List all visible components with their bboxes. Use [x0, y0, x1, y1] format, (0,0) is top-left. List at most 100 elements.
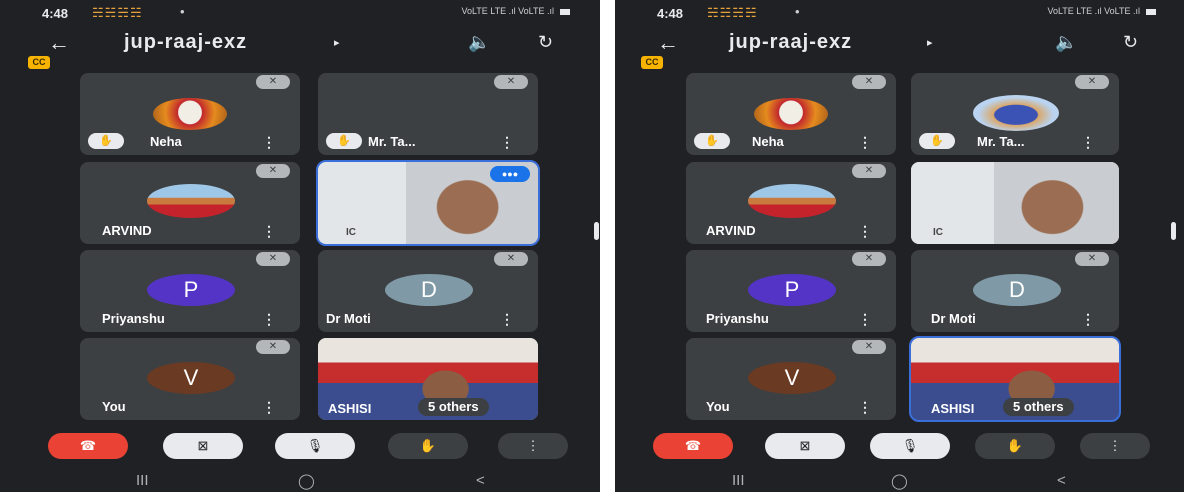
end-call-icon: ☎: [79, 438, 97, 453]
participant-tile-priyanshu[interactable]: ✕ P Priyanshu ⋮: [686, 250, 896, 332]
end-call-button[interactable]: ☎: [48, 433, 128, 459]
home-icon[interactable]: ◯: [298, 472, 315, 490]
participant-tile-mr-ta[interactable]: ✕ ✋ Mr. Ta... ⋮: [318, 73, 538, 155]
participant-tile-ashish[interactable]: ASHISI 5 others: [909, 336, 1121, 422]
title-arrow-icon[interactable]: ▸: [927, 36, 933, 49]
participant-name: Priyanshu: [102, 311, 165, 326]
participant-tile-neha[interactable]: ✕ ✋ Neha ⋮: [80, 73, 300, 155]
call-header: ← jup-raaj-exz ▸ 🔈 ↻: [615, 26, 1184, 62]
more-options-icon[interactable]: ⋮: [500, 135, 514, 149]
participant-tile-video-speaker[interactable]: IC: [911, 162, 1119, 244]
more-options-icon[interactable]: ⋮: [858, 312, 872, 326]
meeting-title[interactable]: jup-raaj-exz: [729, 31, 852, 54]
more-options-icon[interactable]: ⋮: [858, 400, 872, 414]
scroll-indicator[interactable]: [1171, 222, 1176, 240]
avatar-arvind: [147, 184, 235, 218]
participant-tile-dr-moti[interactable]: ✕ D Dr Moti ⋮: [911, 250, 1119, 332]
more-options-icon[interactable]: ⋮: [262, 400, 276, 414]
mic-off-icon: ✕: [256, 340, 290, 354]
camera-toggle-button[interactable]: ⊠: [765, 433, 845, 459]
mic-off-icon: ✕: [256, 164, 290, 178]
recents-icon[interactable]: III: [136, 472, 149, 489]
raised-hand-icon: ✋: [694, 133, 730, 149]
participant-name: ARVIND: [706, 223, 756, 238]
home-icon[interactable]: ◯: [891, 472, 908, 490]
mic-off-icon: ✕: [494, 252, 528, 266]
notification-icons: ☵☵☵☵: [92, 5, 143, 20]
signal-indicators: VoLTE LTE .ıl VoLTE .ıl: [1047, 6, 1156, 16]
avatar-neha: [754, 98, 828, 130]
participant-tile-mr-ta[interactable]: ✕ ✋ Mr. Ta... ⋮: [911, 73, 1119, 155]
participant-tile-you[interactable]: ✕ V You ⋮: [80, 338, 300, 420]
mic-off-icon: 🎙: [901, 438, 919, 453]
mic-toggle-button[interactable]: 🎙: [275, 433, 355, 459]
back-nav-icon[interactable]: <: [476, 472, 485, 489]
participant-tile-you[interactable]: ✕ V You ⋮: [686, 338, 896, 420]
participant-name: You: [706, 399, 730, 414]
participant-tile-arvind[interactable]: ✕ ARVIND ⋮: [80, 162, 300, 244]
system-nav-bar: III ◯ <: [615, 470, 1184, 492]
back-arrow-icon[interactable]: ←: [48, 30, 70, 56]
others-count-badge[interactable]: 5 others: [1003, 398, 1074, 416]
status-time: 4:48: [42, 6, 69, 21]
more-options-icon[interactable]: ⋮: [262, 312, 276, 326]
mic-off-icon: ✕: [852, 340, 886, 354]
raised-hand-icon: ✋: [88, 133, 124, 149]
raise-hand-icon: ✋: [1006, 438, 1024, 453]
scroll-indicator[interactable]: [594, 222, 599, 240]
mic-off-icon: ✕: [256, 75, 290, 89]
back-nav-icon[interactable]: <: [1057, 472, 1066, 489]
participant-name: You: [102, 399, 126, 414]
end-call-button[interactable]: ☎: [653, 433, 733, 459]
switch-camera-icon[interactable]: ↻: [538, 32, 553, 53]
participant-tile-dr-moti[interactable]: ✕ D Dr Moti ⋮: [318, 250, 538, 332]
participant-tile-arvind[interactable]: ✕ ARVIND ⋮: [686, 162, 896, 244]
meeting-title[interactable]: jup-raaj-exz: [124, 31, 247, 54]
battery-icon: [1146, 8, 1156, 15]
speaker-icon[interactable]: 🔈: [1055, 32, 1077, 53]
avatar-dr-moti: D: [973, 274, 1061, 306]
more-options-icon[interactable]: ⋮: [1081, 312, 1095, 326]
mic-off-icon: ✕: [852, 164, 886, 178]
title-arrow-icon[interactable]: ▸: [334, 36, 340, 49]
more-options-icon[interactable]: ⋮: [858, 224, 872, 238]
participant-name: Dr Moti: [326, 311, 371, 326]
more-options-button[interactable]: ⋮: [498, 433, 568, 459]
mic-off-icon: ✕: [852, 252, 886, 266]
participant-name: ARVIND: [102, 223, 152, 238]
captions-badge[interactable]: CC: [28, 56, 50, 69]
raise-hand-button[interactable]: ✋: [975, 433, 1055, 459]
raised-hand-icon: ✋: [326, 133, 362, 149]
notification-dot: •: [180, 4, 185, 19]
more-options-button[interactable]: ⋮: [1080, 433, 1150, 459]
notification-dot: •: [795, 4, 800, 19]
battery-icon: [560, 8, 570, 15]
more-options-icon[interactable]: ⋮: [262, 135, 276, 149]
mic-toggle-button[interactable]: 🎙: [870, 433, 950, 459]
captions-badge[interactable]: CC: [641, 56, 663, 69]
participant-name: ASHISI: [328, 401, 372, 416]
participant-tile-priyanshu[interactable]: ✕ P Priyanshu ⋮: [80, 250, 300, 332]
more-options-icon[interactable]: ⋮: [1081, 135, 1095, 149]
camera-toggle-button[interactable]: ⊠: [163, 433, 243, 459]
avatar-arvind: [748, 184, 836, 218]
recents-icon[interactable]: III: [732, 472, 745, 489]
participant-tile-video-speaker[interactable]: ●●● IC: [316, 160, 540, 246]
others-count-badge[interactable]: 5 others: [418, 398, 489, 416]
camera-off-icon: ⊠: [197, 438, 209, 453]
notification-icons: ☵☵☵☵: [707, 5, 758, 20]
more-options-icon[interactable]: ⋮: [858, 135, 872, 149]
participant-name: ASHISI: [931, 401, 975, 416]
mic-off-icon: ✕: [852, 75, 886, 89]
status-bar: 4:48 ☵☵☵☵ • VoLTE LTE .ıl VoLTE .ıl: [615, 0, 1184, 26]
more-options-icon[interactable]: ⋮: [500, 312, 514, 326]
participant-tile-neha[interactable]: ✕ ✋ Neha ⋮: [686, 73, 896, 155]
switch-camera-icon[interactable]: ↻: [1123, 32, 1138, 53]
raise-hand-button[interactable]: ✋: [388, 433, 468, 459]
back-arrow-icon[interactable]: ←: [657, 30, 679, 56]
raise-hand-icon: ✋: [419, 438, 437, 453]
participant-tile-ashish[interactable]: ASHISI 5 others: [318, 338, 538, 420]
more-options-icon[interactable]: ⋮: [262, 224, 276, 238]
speaker-icon[interactable]: 🔈: [468, 32, 490, 53]
mic-off-icon: ✕: [256, 252, 290, 266]
